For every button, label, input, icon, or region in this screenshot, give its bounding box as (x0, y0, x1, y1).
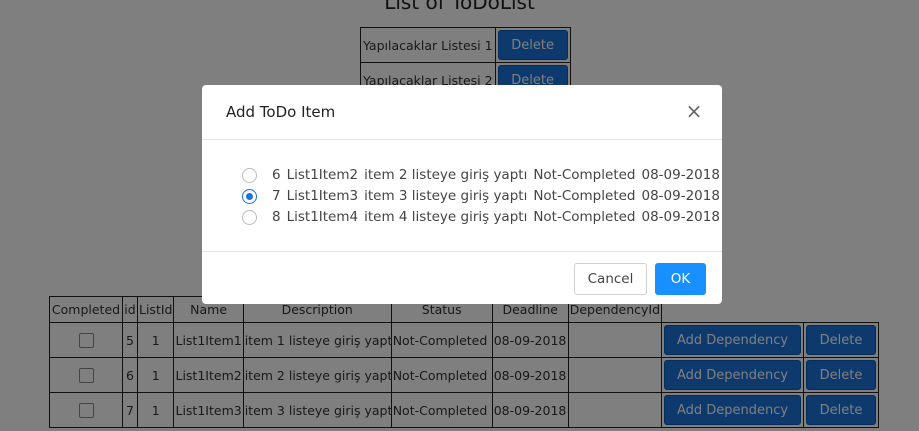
option-deadline: 08-09-2018 (641, 188, 720, 204)
option-id: 7 (272, 188, 281, 204)
ok-button[interactable]: OK (655, 263, 706, 295)
add-todo-item-modal: Add ToDo Item × 6 List1Item2 item 2 list… (202, 85, 722, 304)
option-id: 8 (272, 209, 281, 225)
item-option[interactable]: 8 List1Item4 item 4 listeye giriş yaptı … (242, 207, 726, 227)
option-name: List1Item2 (286, 167, 359, 183)
option-deadline: 08-09-2018 (641, 209, 720, 225)
cancel-button[interactable]: Cancel (574, 263, 647, 295)
option-status: Not-Completed (533, 188, 636, 204)
option-name: List1Item3 (286, 188, 359, 204)
item-radio[interactable] (242, 167, 257, 183)
item-option[interactable]: 7 List1Item3 item 3 listeye giriş yaptı … (242, 186, 726, 206)
option-description: item 4 listeye giriş yaptı (364, 209, 528, 225)
option-name: List1Item4 (286, 209, 359, 225)
item-radio[interactable] (242, 209, 257, 225)
option-deadline: 08-09-2018 (641, 167, 720, 183)
option-id: 6 (272, 167, 281, 183)
option-description: item 2 listeye giriş yaptı (364, 167, 528, 183)
modal-header: Add ToDo Item × (202, 85, 722, 140)
option-status: Not-Completed (533, 167, 636, 183)
modal-body: 6 List1Item2 item 2 listeye giriş yaptı … (202, 141, 722, 251)
close-icon[interactable]: × (684, 101, 704, 121)
modal-title: Add ToDo Item (226, 103, 336, 121)
modal-footer: Cancel OK (202, 251, 722, 304)
item-radio-selected[interactable] (242, 188, 257, 204)
option-status: Not-Completed (533, 209, 636, 225)
item-option[interactable]: 6 List1Item2 item 2 listeye giriş yaptı … (242, 165, 726, 185)
option-description: item 3 listeye giriş yaptı (364, 188, 528, 204)
